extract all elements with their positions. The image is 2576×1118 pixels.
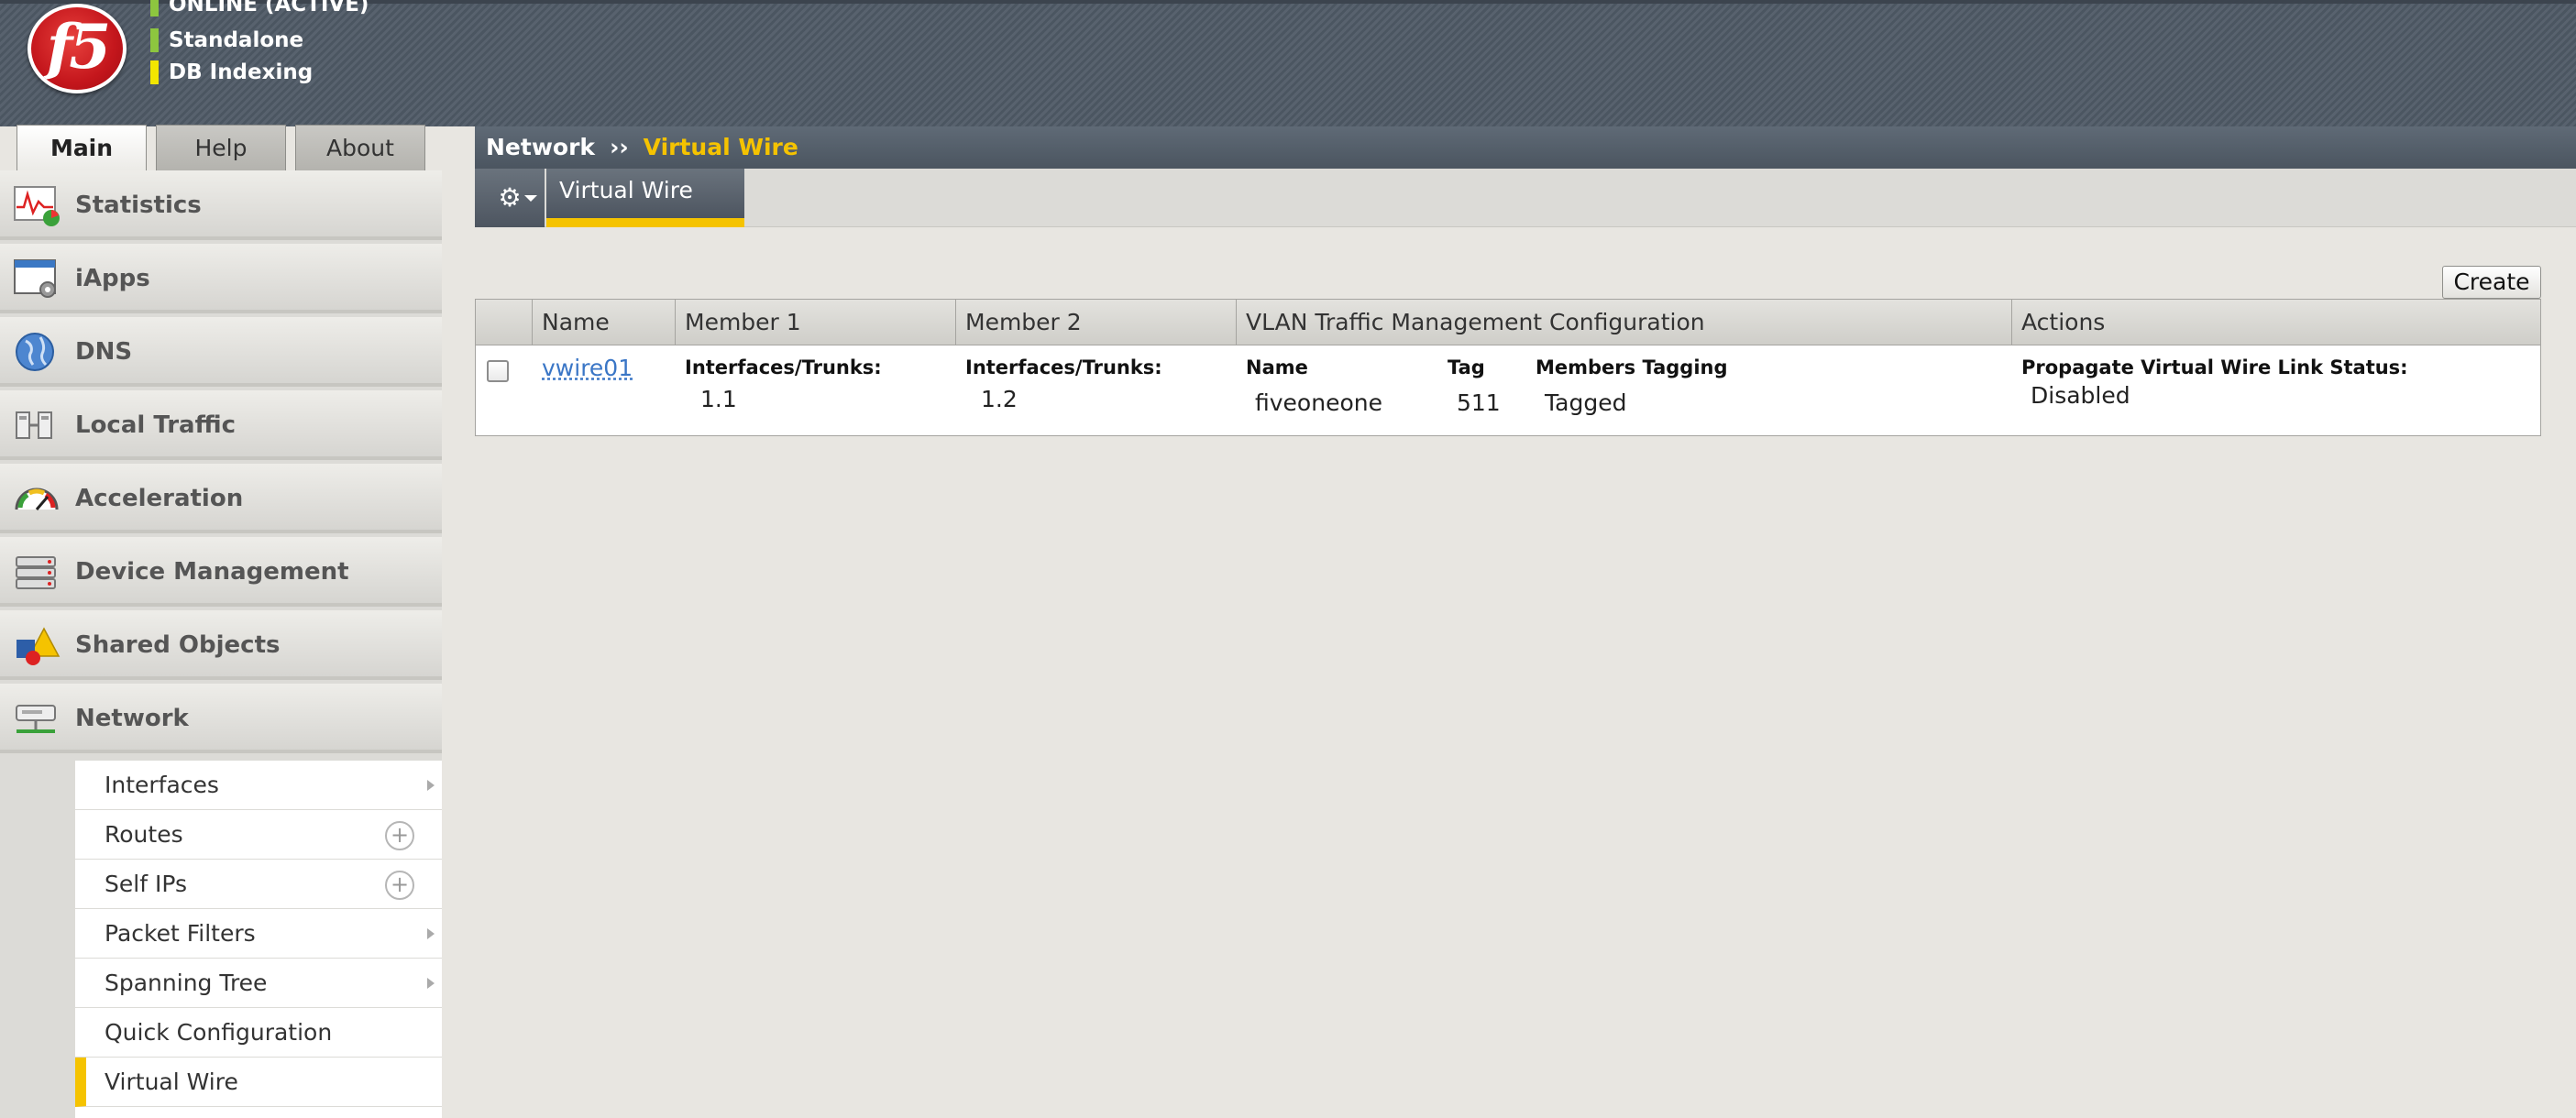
sidebar: Statistics iApps DNS Local Traffic Accel…	[0, 170, 442, 1118]
submenu-item-more[interactable]	[75, 1107, 442, 1118]
gear-icon: ⚙	[498, 182, 522, 213]
statistics-icon	[14, 186, 60, 226]
column-header-actions[interactable]: Actions	[2012, 300, 2540, 345]
sidebar-item-dns[interactable]: DNS	[0, 317, 442, 387]
submenu-item-spanning-tree[interactable]: Spanning Tree	[75, 959, 442, 1008]
sidebar-item-iapps[interactable]: iApps	[0, 244, 442, 313]
banner-header: f5 ONLINE (ACTIVE) Standalone DB Indexin…	[0, 0, 2576, 126]
sidebar-label: Acceleration	[75, 485, 244, 512]
row-checkbox[interactable]	[487, 360, 509, 382]
tab-virtual-wire[interactable]: Virtual Wire	[546, 169, 744, 227]
sidebar-item-network[interactable]: Network	[0, 684, 442, 753]
submenu-label: Interfaces	[105, 772, 219, 798]
sidebar-label: Local Traffic	[75, 411, 237, 439]
caret-down-icon	[524, 195, 537, 202]
tab-help[interactable]: Help	[156, 125, 286, 170]
shapes-icon	[17, 627, 61, 665]
sidebar-label: Statistics	[75, 192, 202, 219]
sidebar-label: Network	[75, 705, 189, 732]
device-icon	[16, 556, 56, 589]
member1-value: 1.1	[700, 386, 737, 412]
submenu-item-self-ips[interactable]: Self IPs +	[75, 860, 442, 909]
column-header-member1[interactable]: Member 1	[676, 300, 956, 345]
status-db-indexing: DB Indexing	[150, 59, 313, 86]
local-traffic-icon	[16, 411, 52, 439]
submenu-item-interfaces[interactable]: Interfaces	[75, 761, 442, 810]
gear-menu-button[interactable]: ⚙	[475, 169, 545, 227]
submenu-label: Virtual Wire	[105, 1069, 238, 1095]
plus-circle-icon[interactable]: +	[385, 821, 414, 850]
page-tabbar: ⚙ Virtual Wire	[475, 169, 2576, 227]
chevron-right-icon	[427, 780, 435, 791]
sidebar-label: DNS	[75, 338, 133, 366]
sidebar-label: Device Management	[75, 558, 349, 586]
chevron-right-icon	[427, 928, 435, 939]
iapps-icon	[14, 259, 56, 298]
logo-text: f5	[46, 11, 111, 82]
vlan-name-value: fiveoneone	[1255, 389, 1382, 416]
submenu-item-routes[interactable]: Routes +	[75, 810, 442, 860]
submenu-label: Routes	[105, 821, 183, 848]
table-row: vwire01 Interfaces/Trunks: 1.1 Interface…	[476, 345, 2540, 435]
sidebar-item-device-management[interactable]: Device Management	[0, 537, 442, 607]
column-header-vlan[interactable]: VLAN Traffic Management Configuration	[1237, 300, 2012, 345]
submenu-label: Self IPs	[105, 871, 187, 897]
submenu-item-quick-configuration[interactable]: Quick Configuration	[75, 1008, 442, 1058]
column-header-select[interactable]	[476, 300, 533, 345]
sidebar-item-statistics[interactable]: Statistics	[0, 170, 442, 240]
tab-about[interactable]: About	[295, 125, 425, 170]
sidebar-item-shared-objects[interactable]: Shared Objects	[0, 610, 442, 680]
breadcrumb: Network ›› Virtual Wire	[475, 126, 2576, 169]
tab-main[interactable]: Main	[17, 125, 147, 172]
member1-label: Interfaces/Trunks:	[685, 356, 882, 378]
vlan-tag-label: Tag	[1448, 356, 1485, 378]
submenu-item-packet-filters[interactable]: Packet Filters	[75, 909, 442, 959]
plus-circle-icon[interactable]: +	[385, 871, 414, 900]
virtual-wire-table: Name Member 1 Member 2 VLAN Traffic Mana…	[475, 299, 2541, 436]
sidebar-item-local-traffic[interactable]: Local Traffic	[0, 390, 442, 460]
sidebar-item-acceleration[interactable]: Acceleration	[0, 464, 442, 533]
gauge-icon	[15, 488, 59, 510]
table-header: Name Member 1 Member 2 VLAN Traffic Mana…	[476, 300, 2540, 345]
breadcrumb-separator: ››	[610, 134, 629, 160]
vlan-tagging-label: Members Tagging	[1536, 356, 1728, 378]
propagate-link-status-value: Disabled	[2031, 382, 2130, 409]
sidebar-label: Shared Objects	[75, 631, 281, 659]
submenu-label: Quick Configuration	[105, 1019, 333, 1046]
status-standalone: Standalone	[150, 27, 303, 54]
propagate-link-status-label: Propagate Virtual Wire Link Status:	[2021, 356, 2408, 378]
vlan-tagging-value: Tagged	[1545, 389, 1627, 416]
column-header-name[interactable]: Name	[533, 300, 676, 345]
column-header-member2[interactable]: Member 2	[956, 300, 1237, 345]
globe-icon	[16, 333, 54, 371]
vlan-name-label: Name	[1246, 356, 1308, 378]
f5-logo[interactable]: f5	[28, 4, 127, 93]
network-icon	[16, 705, 56, 733]
status-online: ONLINE (ACTIVE)	[150, 0, 369, 18]
submenu-item-virtual-wire[interactable]: Virtual Wire	[75, 1058, 442, 1107]
submenu-label: Spanning Tree	[105, 970, 268, 996]
breadcrumb-current: Virtual Wire	[643, 134, 798, 160]
member2-value: 1.2	[981, 386, 1018, 412]
breadcrumb-root[interactable]: Network	[486, 134, 595, 160]
submenu-label: Packet Filters	[105, 920, 256, 947]
vwire-name-link[interactable]: vwire01	[542, 355, 633, 381]
member2-label: Interfaces/Trunks:	[965, 356, 1162, 378]
chevron-right-icon	[427, 978, 435, 989]
sidebar-label: iApps	[75, 265, 150, 292]
create-button[interactable]: Create	[2442, 266, 2541, 299]
vlan-tag-value: 511	[1457, 389, 1501, 416]
